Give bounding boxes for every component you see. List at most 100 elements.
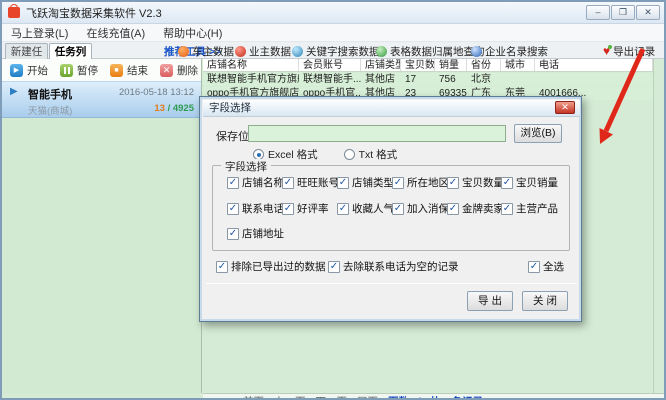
pagination-bar: 首页 上一页 下一页 尾页 页数 1/1 共13条记录 [203,393,664,400]
checkbox-select-all[interactable]: 全选 [528,259,564,274]
checkbox-icon [501,203,513,215]
col-shop-type[interactable]: 店铺类型 [361,59,401,71]
task-category: 天猫(商城) [28,103,72,117]
checkbox-item-sales[interactable]: 宝贝销量 [501,175,558,190]
checkbox-gold-seller[interactable]: 金牌卖家 [447,201,504,216]
checkbox-icon [501,177,513,189]
checkbox-item-count[interactable]: 宝贝数量 [447,175,504,190]
checkbox-icon [227,228,239,240]
checkbox-region[interactable]: 所在地区 [392,175,449,190]
checkbox-icon [337,177,349,189]
tab-task-list[interactable]: 任务列表 [49,43,92,60]
tab-new-task[interactable]: 新建任务 [5,43,48,59]
close-button[interactable]: ✕ [636,5,660,20]
export-button[interactable]: 导 出 [467,291,513,311]
col-sales[interactable]: 销量 [435,59,467,71]
menu-recharge[interactable]: 在线充值(A) [77,25,154,41]
play-icon: ▶ [10,86,18,97]
task-progress: 13 / 4925 [154,103,194,114]
table-right-edge [653,59,654,393]
checkbox-icon [337,203,349,215]
col-city[interactable]: 城市 [501,59,535,71]
page-last[interactable]: 尾页 [357,394,378,400]
toolbar-keyword-search[interactable]: 关键字搜索数据 [292,44,380,59]
stop-button[interactable]: ■ 结束 [110,63,148,78]
page-next[interactable]: 下一页 [316,394,348,400]
checkbox-exclude-exported[interactable]: 排除已导出过的数据 [216,259,326,274]
checkbox-icon [282,177,294,189]
checkbox-main-products[interactable]: 主营产品 [501,201,558,216]
owner-data-icon [235,46,246,57]
minimize-button[interactable]: – [586,5,610,20]
checkbox-icon [282,203,294,215]
car-data-icon [178,46,189,57]
checkbox-icon [392,177,404,189]
checkbox-phone[interactable]: 联系电话 [227,201,284,216]
toolbar-geo-lookup[interactable]: 表格数据归属地查询 [376,44,485,59]
dialog-separator [206,283,577,284]
start-icon: ▶ [10,64,23,77]
pause-icon [60,64,73,77]
checkbox-shop-address[interactable]: 店铺地址 [227,226,284,241]
dialog-title-bar[interactable]: 字段选择 [203,100,580,117]
menu-help[interactable]: 帮助中心(H) [154,25,231,41]
stop-icon: ■ [110,64,123,77]
maximize-button[interactable]: ❐ [611,5,635,20]
radio-txt-format[interactable]: Txt 格式 [344,147,398,162]
title-bar: 飞跃淘宝数据采集软件 V2.3 – ❐ ✕ [2,2,664,24]
toolbar-export-records[interactable]: ♥ 导出记录 [603,44,655,59]
checkbox-wangwang-account[interactable]: 旺旺账号 [282,175,339,190]
dialog-close-button[interactable]: 关 闭 [522,291,568,311]
dialog-title: 字段选择 [209,102,251,114]
checkbox-icon [447,177,459,189]
radio-icon [344,149,355,160]
save-path-input[interactable] [248,125,506,142]
delete-icon: ✕ [160,64,173,77]
pause-button[interactable]: 暂停 [60,63,98,78]
checkbox-icon [528,261,540,273]
checkbox-icon [328,261,340,273]
page-prev[interactable]: 上一页 [274,394,306,400]
start-button[interactable]: ▶ 开始 [10,63,48,78]
export-records-icon: ♥ [603,46,610,57]
checkbox-favorites[interactable]: 收藏人气 [337,201,394,216]
toolbar-car-data[interactable]: 车主数据 [178,44,234,59]
task-list-empty-area [2,118,201,393]
col-province[interactable]: 省份 [467,59,501,71]
app-logo-icon [8,7,20,18]
checkbox-icon [392,203,404,215]
toolbar-owner-data[interactable]: 业主数据 [235,44,291,59]
checkbox-icon [447,203,459,215]
task-time: 2016-05-18 13:12 [119,87,194,98]
company-search-icon [471,46,482,57]
checkbox-icon [227,177,239,189]
checkbox-rating[interactable]: 好评率 [282,201,329,216]
checkbox-consumer-protection[interactable]: 加入消保 [392,201,449,216]
task-list-item-selected[interactable]: ▶ 智能手机 2016-05-18 13:12 天猫(商城) 13 / 4925 [2,81,201,118]
keyword-search-icon [292,46,303,57]
field-groupbox: 字段选择 店铺名称 旺旺账号 店铺类型 所在地区 宝贝数量 宝贝销量 联系电话 … [212,165,570,251]
dialog-close-icon[interactable]: ✕ [555,101,575,114]
checkbox-shop-name[interactable]: 店铺名称 [227,175,284,190]
delete-button[interactable]: ✕ 删除 [160,63,198,78]
checkbox-remove-empty-phone[interactable]: 去除联系电话为空的记录 [328,259,459,274]
col-item-count[interactable]: 宝贝数 [401,59,435,71]
checkbox-icon [227,203,239,215]
browse-button[interactable]: 浏览(B) [514,124,562,143]
menu-login[interactable]: 马上登录(L) [2,25,77,41]
field-select-dialog: 字段选择 ✕ 保存位置: 浏览(B) Excel 格式 Txt 格式 字段选择 … [199,96,582,322]
page-first[interactable]: 首页 [243,394,264,400]
checkbox-icon [216,261,228,273]
toolbar-company-search[interactable]: 企业名录搜索 [471,44,548,59]
tab-toolbar: 新建任务 任务列表 推荐工具 >> 车主数据 业主数据 关键字搜索数据 表格数据… [2,42,664,59]
table-header-row: 店铺名称 会员账号 店铺类型 宝贝数 销量 省份 城市 电话 [203,59,653,72]
geo-lookup-icon [376,46,387,57]
col-shop-name[interactable]: 店铺名称 [203,59,299,71]
checkbox-shop-type[interactable]: 店铺类型 [337,175,394,190]
field-group-title: 字段选择 [221,159,271,174]
col-member-account[interactable]: 会员账号 [299,59,361,71]
page-info: 页数 1/1 共13条记录 [388,394,483,400]
col-phone[interactable]: 电话 [535,59,653,71]
table-row[interactable]: 联想智能手机官方旗舰店 联想智能手... 其他店 17 756 北京 [203,73,653,86]
window-title: 飞跃淘宝数据采集软件 V2.3 [26,5,162,21]
